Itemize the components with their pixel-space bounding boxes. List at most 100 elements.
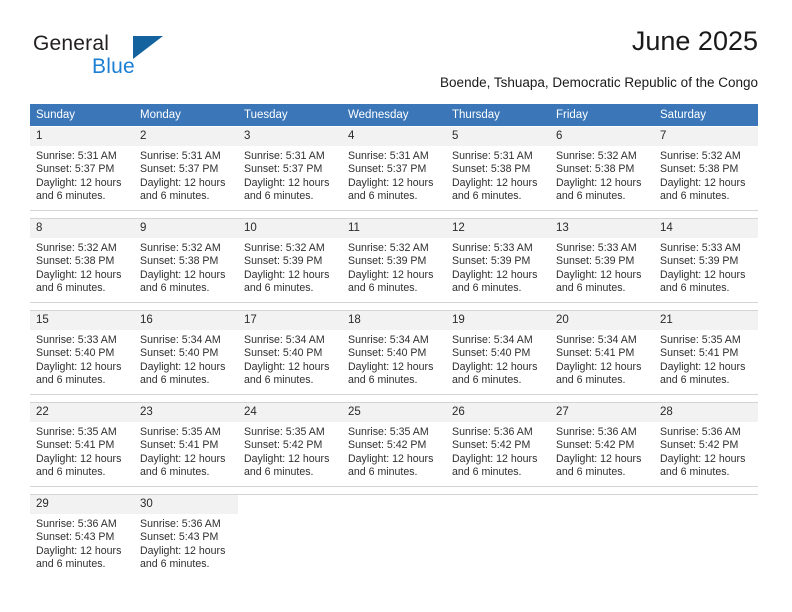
daylight-duration-line2: and 6 minutes.: [140, 466, 210, 479]
sunset-time: Sunset: 5:42 PM: [556, 439, 635, 452]
calendar-day-cell[interactable]: 5 Sunrise: 5:31 AM Sunset: 5:38 PM Daylight…: [446, 126, 550, 211]
calendar-day-cell[interactable]: 23 Sunrise: 5:35 AM Sunset: 5:41 PM Dayligh…: [134, 402, 238, 487]
sunset-time: Sunset: 5:39 PM: [348, 255, 427, 268]
daylight-duration-line2: and 6 minutes.: [660, 466, 730, 479]
calendar-day-cell[interactable]: 27 Sunrise: 5:36 AM Sunset: 5:42 PM Dayligh…: [550, 402, 654, 487]
daylight-duration-line1: Daylight: 12 hours: [660, 176, 746, 189]
day-details: Sunrise: 5:31 AM Sunset: 5:37 PM Daylight:…: [342, 146, 446, 204]
calendar-day-cell[interactable]: 25 Sunrise: 5:35 AM Sunset: 5:42 PM Dayligh…: [342, 402, 446, 487]
daylight-duration-line2: and 6 minutes.: [36, 282, 106, 295]
daylight-duration-line1: Daylight: 12 hours: [348, 176, 434, 189]
calendar-day-cell[interactable]: 9 Sunrise: 5:32 AM Sunset: 5:38 PM Daylight…: [134, 218, 238, 303]
sunset-time: Sunset: 5:38 PM: [452, 163, 531, 176]
sunrise-time: Sunrise: 5:31 AM: [244, 150, 325, 162]
calendar-day-cell[interactable]: 15 Sunrise: 5:33 AM Sunset: 5:40 PM Dayligh…: [30, 310, 134, 395]
calendar-day-cell[interactable]: 10 Sunrise: 5:32 AM Sunset: 5:39 PM Dayligh…: [238, 218, 342, 303]
sunset-time: Sunset: 5:43 PM: [140, 531, 219, 544]
daylight-duration-line2: and 6 minutes.: [36, 466, 106, 479]
calendar-day-cell[interactable]: 28 Sunrise: 5:36 AM Sunset: 5:42 PM Dayligh…: [654, 402, 758, 487]
day-details: Sunrise: 5:34 AM Sunset: 5:40 PM Daylight:…: [342, 330, 446, 388]
daylight-duration-line2: and 6 minutes.: [452, 282, 522, 295]
day-details: Sunrise: 5:33 AM Sunset: 5:39 PM Daylight:…: [654, 238, 758, 296]
daylight-duration-line1: Daylight: 12 hours: [660, 268, 746, 281]
weekday-header-tuesday: Tuesday: [238, 104, 342, 127]
week-separator-cell: [30, 394, 758, 403]
calendar-day-cell[interactable]: 18 Sunrise: 5:34 AM Sunset: 5:40 PM Dayligh…: [342, 310, 446, 395]
day-number: 6: [550, 127, 654, 146]
sunrise-time: Sunrise: 5:33 AM: [660, 242, 741, 254]
calendar-day-cell[interactable]: 19 Sunrise: 5:34 AM Sunset: 5:40 PM Dayligh…: [446, 310, 550, 395]
calendar-day-cell[interactable]: 24 Sunrise: 5:35 AM Sunset: 5:42 PM Dayligh…: [238, 402, 342, 487]
day-number: 10: [238, 219, 342, 238]
daylight-duration-line2: and 6 minutes.: [244, 466, 314, 479]
calendar-day-cell[interactable]: 13 Sunrise: 5:33 AM Sunset: 5:39 PM Dayligh…: [550, 218, 654, 303]
calendar-week-row: 22 Sunrise: 5:35 AM Sunset: 5:41 PM Dayligh…: [30, 402, 758, 487]
daylight-duration-line1: Daylight: 12 hours: [556, 176, 642, 189]
day-number: 14: [654, 219, 758, 238]
day-details: Sunrise: 5:36 AM Sunset: 5:42 PM Daylight:…: [550, 422, 654, 480]
daylight-duration-line1: Daylight: 12 hours: [244, 268, 330, 281]
calendar-day-cell[interactable]: 3 Sunrise: 5:31 AM Sunset: 5:37 PM Daylight…: [238, 126, 342, 211]
calendar-day-cell[interactable]: 6 Sunrise: 5:32 AM Sunset: 5:38 PM Daylight…: [550, 126, 654, 211]
calendar-day-cell-empty: [446, 494, 550, 578]
day-number: 22: [30, 403, 134, 422]
day-number: 25: [342, 403, 446, 422]
calendar-day-cell[interactable]: 21 Sunrise: 5:35 AM Sunset: 5:41 PM Dayligh…: [654, 310, 758, 395]
sunrise-time: Sunrise: 5:36 AM: [556, 426, 637, 438]
calendar-day-cell[interactable]: 14 Sunrise: 5:33 AM Sunset: 5:39 PM Dayligh…: [654, 218, 758, 303]
daylight-duration-line2: and 6 minutes.: [452, 190, 522, 203]
calendar-day-cell[interactable]: 1 Sunrise: 5:31 AM Sunset: 5:37 PM Daylight…: [30, 126, 134, 211]
calendar-day-cell[interactable]: 17 Sunrise: 5:34 AM Sunset: 5:40 PM Dayligh…: [238, 310, 342, 395]
sunset-time: Sunset: 5:39 PM: [556, 255, 635, 268]
sunrise-time: Sunrise: 5:32 AM: [244, 242, 325, 254]
calendar-day-cell[interactable]: 20 Sunrise: 5:34 AM Sunset: 5:41 PM Dayligh…: [550, 310, 654, 395]
sunset-time: Sunset: 5:40 PM: [452, 347, 531, 360]
day-details: Sunrise: 5:35 AM Sunset: 5:41 PM Daylight:…: [654, 330, 758, 388]
sunrise-time: Sunrise: 5:31 AM: [140, 150, 221, 162]
day-number: [342, 495, 446, 502]
sunrise-time: Sunrise: 5:35 AM: [36, 426, 117, 438]
day-details: Sunrise: 5:35 AM Sunset: 5:42 PM Daylight:…: [342, 422, 446, 480]
calendar-day-cell[interactable]: 16 Sunrise: 5:34 AM Sunset: 5:40 PM Dayligh…: [134, 310, 238, 395]
general-blue-logo[interactable]: General Blue: [33, 32, 213, 84]
day-details: Sunrise: 5:34 AM Sunset: 5:40 PM Daylight:…: [446, 330, 550, 388]
day-number: 3: [238, 127, 342, 146]
weekday-header-monday: Monday: [134, 104, 238, 127]
sunset-time: Sunset: 5:37 PM: [348, 163, 427, 176]
daylight-duration-line2: and 6 minutes.: [36, 190, 106, 203]
calendar-day-cell[interactable]: 26 Sunrise: 5:36 AM Sunset: 5:42 PM Dayligh…: [446, 402, 550, 487]
calendar-day-cell[interactable]: 11 Sunrise: 5:32 AM Sunset: 5:39 PM Dayligh…: [342, 218, 446, 303]
calendar-day-cell[interactable]: 22 Sunrise: 5:35 AM Sunset: 5:41 PM Dayligh…: [30, 402, 134, 487]
daylight-duration-line1: Daylight: 12 hours: [660, 360, 746, 373]
daylight-duration-line1: Daylight: 12 hours: [452, 360, 538, 373]
sunrise-sunset-calendar: Sunday Monday Tuesday Wednesday Thursday…: [30, 104, 758, 578]
sunset-time: Sunset: 5:39 PM: [660, 255, 739, 268]
day-details: Sunrise: 5:33 AM Sunset: 5:40 PM Daylight:…: [30, 330, 134, 388]
sunset-time: Sunset: 5:38 PM: [36, 255, 115, 268]
calendar-day-cell[interactable]: 12 Sunrise: 5:33 AM Sunset: 5:39 PM Dayligh…: [446, 218, 550, 303]
day-details: Sunrise: 5:34 AM Sunset: 5:40 PM Daylight:…: [238, 330, 342, 388]
day-details: Sunrise: 5:31 AM Sunset: 5:37 PM Daylight:…: [238, 146, 342, 204]
calendar-day-cell[interactable]: 8 Sunrise: 5:32 AM Sunset: 5:38 PM Daylight…: [30, 218, 134, 303]
day-details: Sunrise: 5:33 AM Sunset: 5:39 PM Daylight:…: [550, 238, 654, 296]
calendar-day-cell[interactable]: 30 Sunrise: 5:36 AM Sunset: 5:43 PM Dayligh…: [134, 494, 238, 578]
daylight-duration-line1: Daylight: 12 hours: [556, 360, 642, 373]
day-details: Sunrise: 5:35 AM Sunset: 5:42 PM Daylight:…: [238, 422, 342, 480]
day-details: Sunrise: 5:32 AM Sunset: 5:39 PM Daylight:…: [238, 238, 342, 296]
daylight-duration-line2: and 6 minutes.: [556, 190, 626, 203]
calendar-day-cell[interactable]: 29 Sunrise: 5:36 AM Sunset: 5:43 PM Dayligh…: [30, 494, 134, 578]
sunset-time: Sunset: 5:42 PM: [348, 439, 427, 452]
sunset-time: Sunset: 5:42 PM: [660, 439, 739, 452]
sunrise-time: Sunrise: 5:35 AM: [660, 334, 741, 346]
calendar-day-cell[interactable]: 7 Sunrise: 5:32 AM Sunset: 5:38 PM Daylight…: [654, 126, 758, 211]
day-details: Sunrise: 5:36 AM Sunset: 5:42 PM Daylight:…: [654, 422, 758, 480]
week-separator: [30, 486, 758, 495]
daylight-duration-line1: Daylight: 12 hours: [140, 452, 226, 465]
sunset-time: Sunset: 5:39 PM: [452, 255, 531, 268]
daylight-duration-line2: and 6 minutes.: [452, 466, 522, 479]
week-separator: [30, 210, 758, 219]
calendar-week-row: 15 Sunrise: 5:33 AM Sunset: 5:40 PM Dayligh…: [30, 310, 758, 395]
daylight-duration-line1: Daylight: 12 hours: [140, 544, 226, 557]
calendar-day-cell[interactable]: 4 Sunrise: 5:31 AM Sunset: 5:37 PM Daylight…: [342, 126, 446, 211]
calendar-day-cell[interactable]: 2 Sunrise: 5:31 AM Sunset: 5:37 PM Daylight…: [134, 126, 238, 211]
